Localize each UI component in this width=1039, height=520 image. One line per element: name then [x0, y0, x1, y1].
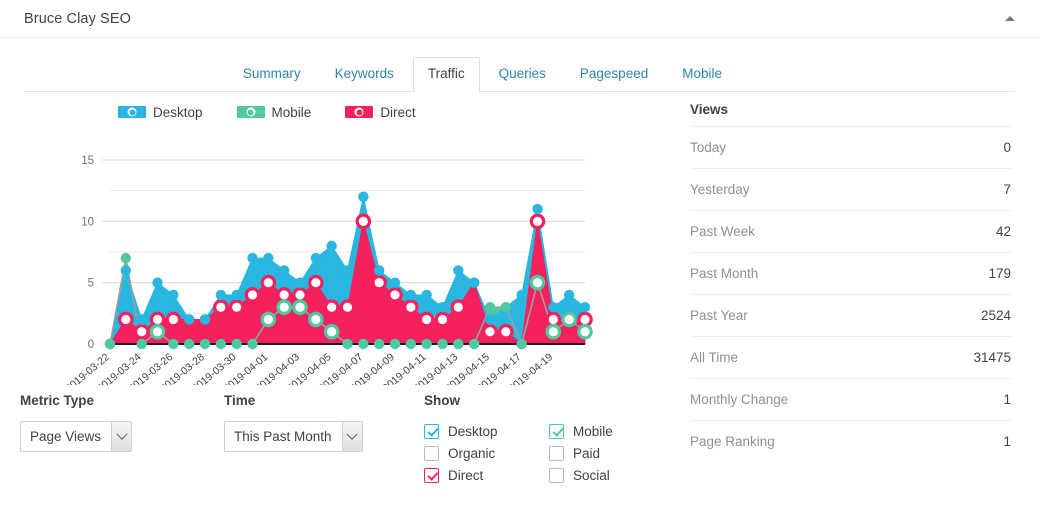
legend-label-direct: Direct — [380, 105, 415, 120]
panel-header: Bruce Clay SEO — [0, 0, 1039, 38]
checkbox-label-social: Social — [573, 468, 610, 483]
views-row-label: Monthly Change — [690, 392, 788, 407]
metric-type-group: Metric Type Page Views — [20, 393, 224, 487]
time-label: Time — [224, 393, 424, 408]
views-row: Monthly Change 1 — [690, 378, 1011, 420]
time-group: Time This Past Month — [224, 393, 424, 487]
views-row: Page Ranking 1 — [690, 420, 1011, 462]
show-group: Show Desktop Organic — [424, 393, 674, 487]
views-heading: Views — [680, 92, 1039, 117]
legend-item-desktop[interactable]: Desktop — [118, 105, 203, 120]
chevron-down-icon — [111, 422, 131, 451]
tab-summary[interactable]: Summary — [228, 57, 316, 92]
metric-type-label: Metric Type — [20, 393, 224, 408]
views-row: Past Week 42 — [690, 210, 1011, 252]
checkbox-paid[interactable] — [549, 446, 564, 461]
svg-text:15: 15 — [81, 155, 94, 167]
legend-swatch-desktop-icon — [118, 106, 146, 118]
checkbox-organic[interactable] — [424, 446, 439, 461]
checkbox-label-direct: Direct — [448, 468, 483, 483]
checkbox-desktop[interactable] — [424, 424, 439, 439]
checkbox-row-organic[interactable]: Organic — [424, 443, 549, 464]
traffic-area-chart[interactable]: 0510152019-03-222019-03-242019-03-262019… — [0, 120, 680, 385]
checkbox-row-social[interactable]: Social — [549, 465, 674, 486]
views-row-value: 0 — [1003, 140, 1011, 155]
checkbox-social[interactable] — [549, 468, 564, 483]
checkbox-label-organic: Organic — [448, 446, 495, 461]
views-row-label: Past Year — [690, 308, 748, 323]
checkbox-label-paid: Paid — [573, 446, 600, 461]
views-row-label: Today — [690, 140, 726, 155]
show-label: Show — [424, 393, 674, 408]
views-row-label: Past Week — [690, 224, 755, 239]
page-title: Bruce Clay SEO — [24, 11, 131, 27]
views-row: All Time 31475 — [690, 336, 1011, 378]
legend-item-mobile[interactable]: Mobile — [237, 105, 312, 120]
legend-label-mobile: Mobile — [272, 105, 312, 120]
views-row-value: 31475 — [973, 350, 1011, 365]
svg-text:10: 10 — [81, 216, 94, 228]
tab-keywords[interactable]: Keywords — [320, 57, 409, 92]
views-row-value: 42 — [996, 224, 1011, 239]
metric-type-value: Page Views — [21, 422, 111, 451]
chart-column: Desktop Mobile Direct 0510152019-03-2220… — [0, 92, 680, 487]
panel-body: Desktop Mobile Direct 0510152019-03-2220… — [0, 92, 1039, 487]
views-row: Past Year 2524 — [690, 294, 1011, 336]
checkbox-label-mobile: Mobile — [573, 424, 613, 439]
chart-canvas: 0510152019-03-222019-03-242019-03-262019… — [0, 120, 680, 385]
views-row-value: 1 — [1003, 392, 1011, 407]
legend-swatch-direct-icon — [345, 106, 373, 118]
show-column-right: Mobile Paid Social — [549, 421, 674, 487]
collapse-toggle-button[interactable] — [999, 8, 1021, 30]
legend-swatch-mobile-icon — [237, 106, 265, 118]
views-row: Yesterday 7 — [690, 168, 1011, 210]
views-row-label: Page Ranking — [690, 434, 775, 449]
views-table: Today 0 Yesterday 7 Past Week 42 Past Month 179… — [690, 126, 1011, 462]
views-column: Views Today 0 Yesterday 7 Past Week 42 Past Mo… — [680, 92, 1039, 487]
svg-text:0: 0 — [88, 339, 94, 351]
show-checkbox-grid: Desktop Organic Direct — [424, 421, 674, 487]
checkbox-row-desktop[interactable]: Desktop — [424, 421, 549, 442]
time-value: This Past Month — [225, 422, 342, 451]
views-row-label: Yesterday — [690, 182, 750, 197]
tab-traffic[interactable]: Traffic — [413, 57, 480, 92]
chart-controls: Metric Type Page Views Time This Past Mo… — [0, 385, 680, 487]
checkbox-mobile[interactable] — [549, 424, 564, 439]
checkbox-row-paid[interactable]: Paid — [549, 443, 674, 464]
views-row-value: 179 — [988, 266, 1011, 281]
seo-dashboard-panel: Bruce Clay SEO Summary Keywords Traffic … — [0, 0, 1039, 520]
checkbox-direct[interactable] — [424, 468, 439, 483]
views-row: Today 0 — [690, 126, 1011, 168]
show-column-left: Desktop Organic Direct — [424, 421, 549, 487]
tab-pagespeed[interactable]: Pagespeed — [565, 57, 663, 92]
views-row-value: 2524 — [981, 308, 1011, 323]
checkbox-row-mobile[interactable]: Mobile — [549, 421, 674, 442]
metric-type-select[interactable]: Page Views — [20, 421, 132, 452]
tab-bar: Summary Keywords Traffic Queries Pagespe… — [0, 38, 1039, 92]
chart-legend: Desktop Mobile Direct — [0, 92, 680, 120]
svg-text:5: 5 — [88, 278, 94, 290]
time-select[interactable]: This Past Month — [224, 421, 363, 452]
views-row-value: 7 — [1003, 182, 1011, 197]
legend-label-desktop: Desktop — [153, 105, 203, 120]
checkbox-row-direct[interactable]: Direct — [424, 465, 549, 486]
tab-mobile[interactable]: Mobile — [667, 57, 737, 92]
views-row: Past Month 179 — [690, 252, 1011, 294]
chevron-down-icon — [342, 422, 362, 451]
views-row-label: Past Month — [690, 266, 758, 281]
caret-up-icon — [1005, 16, 1015, 21]
views-row-value: 1 — [1003, 434, 1011, 449]
views-row-label: All Time — [690, 350, 738, 365]
checkbox-label-desktop: Desktop — [448, 424, 498, 439]
legend-item-direct[interactable]: Direct — [345, 105, 415, 120]
tab-queries[interactable]: Queries — [484, 57, 561, 92]
